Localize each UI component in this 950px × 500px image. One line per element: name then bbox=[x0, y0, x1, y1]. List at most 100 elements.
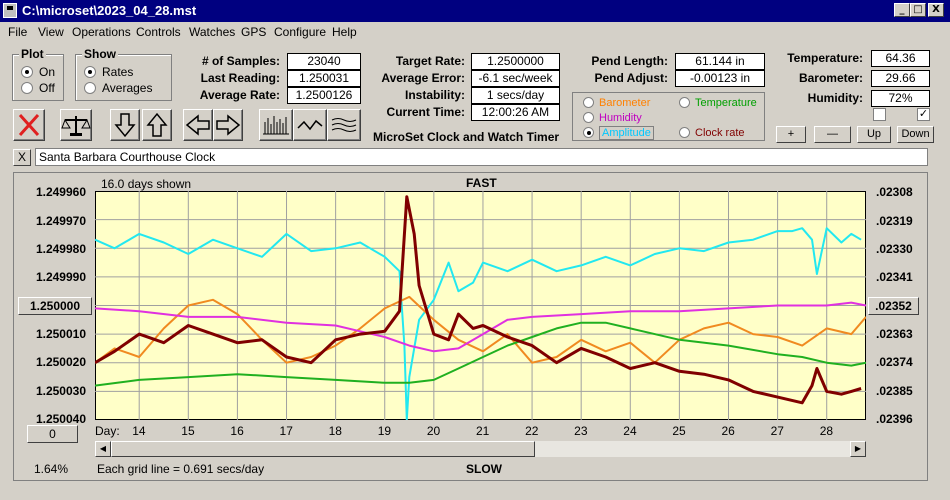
y-right-tick: .02341 bbox=[876, 270, 913, 284]
arrow-right-icon bbox=[216, 114, 241, 136]
app-icon[interactable] bbox=[3, 3, 17, 18]
legend-humidity-label: Humidity bbox=[599, 112, 642, 124]
average-error-value: -6.1 sec/week bbox=[471, 70, 560, 87]
radio-selected-icon[interactable] bbox=[583, 127, 594, 138]
multi-line-button[interactable] bbox=[327, 109, 361, 141]
arrow-up-button[interactable] bbox=[142, 109, 172, 141]
x-tick-label: 26 bbox=[721, 424, 735, 438]
scale-plus-button[interactable]: + bbox=[776, 126, 806, 143]
menu-watches[interactable]: Watches bbox=[189, 25, 235, 39]
radio-selected-icon[interactable] bbox=[21, 66, 33, 78]
scroll-right-icon[interactable]: ▶ bbox=[850, 441, 866, 457]
legend-amplitude[interactable]: Amplitude bbox=[583, 126, 654, 140]
instability-value: 1 secs/day bbox=[471, 87, 560, 104]
chart-scrollbar[interactable]: ◀ ▶ bbox=[95, 441, 866, 457]
legend-amplitude-label: Amplitude bbox=[599, 126, 654, 140]
current-time-value: 12:00:26 AM bbox=[471, 104, 560, 121]
title-bar: C:\microset\2023_04_28.mst _ □ X bbox=[0, 0, 950, 22]
y-right-tick: .02385 bbox=[876, 384, 913, 398]
bar-chart-button[interactable] bbox=[259, 109, 293, 141]
x-tick-label: 27 bbox=[770, 424, 784, 438]
legend-clock-rate[interactable]: Clock rate bbox=[679, 127, 745, 139]
menu-bar: File View Operations Controls Watches GP… bbox=[0, 22, 950, 42]
line-chart-button[interactable] bbox=[293, 109, 327, 141]
window-title: C:\microset\2023_04_28.mst bbox=[22, 3, 197, 18]
radio-icon[interactable] bbox=[679, 97, 690, 108]
name-close-button[interactable]: X bbox=[13, 149, 31, 166]
scroll-thumb[interactable] bbox=[111, 441, 535, 457]
y-right-tick: .02363 bbox=[876, 327, 913, 341]
plot-group-title: Plot bbox=[19, 47, 46, 61]
radio-icon[interactable] bbox=[583, 97, 594, 108]
maximize-button[interactable]: □ bbox=[910, 3, 926, 17]
checkbox-2[interactable]: ✓ bbox=[917, 108, 930, 121]
menu-help[interactable]: Help bbox=[332, 25, 357, 39]
menu-operations[interactable]: Operations bbox=[72, 25, 131, 39]
scroll-left-icon[interactable]: ◀ bbox=[95, 441, 111, 457]
clock-name-input[interactable]: Santa Barbara Courthouse Clock bbox=[35, 148, 928, 166]
minimize-button[interactable]: _ bbox=[894, 3, 910, 17]
scale-minus-button[interactable]: — bbox=[814, 126, 851, 143]
x-tick-label: 19 bbox=[377, 424, 392, 438]
menu-configure[interactable]: Configure bbox=[274, 25, 326, 39]
average-error-label: Average Error: bbox=[381, 71, 465, 85]
plot-on-radio[interactable]: On bbox=[21, 65, 55, 79]
plot-off-radio[interactable]: Off bbox=[21, 81, 55, 95]
menu-controls[interactable]: Controls bbox=[136, 25, 181, 39]
legend-humidity[interactable]: Humidity bbox=[583, 112, 642, 124]
scale-up-button[interactable]: Up bbox=[857, 126, 891, 143]
target-rate-value[interactable]: 1.2500000 bbox=[471, 53, 560, 70]
temperature-label: Temperature: bbox=[787, 51, 863, 65]
stop-x-icon bbox=[18, 113, 40, 137]
x-tick-label: 18 bbox=[328, 424, 342, 438]
legend-temperature[interactable]: Temperature bbox=[679, 97, 757, 109]
pend-length-value[interactable]: 61.144 in bbox=[675, 53, 765, 70]
x-tick-label: 15 bbox=[181, 424, 195, 438]
pend-adjust-value: -0.00123 in bbox=[675, 70, 765, 87]
scale-down-button[interactable]: Down bbox=[897, 126, 934, 143]
slow-label: SLOW bbox=[466, 462, 502, 476]
percent-label: 1.64% bbox=[34, 462, 69, 476]
show-averages-radio[interactable]: Averages bbox=[84, 81, 152, 95]
arrow-left-button[interactable] bbox=[183, 109, 213, 141]
zero-button[interactable]: 0 bbox=[27, 425, 78, 443]
y-left-tick-button[interactable]: 1.250000 bbox=[18, 297, 92, 315]
fast-label: FAST bbox=[466, 176, 497, 190]
temperature-value: 64.36 bbox=[871, 50, 930, 67]
radio-icon[interactable] bbox=[679, 127, 690, 138]
y-left-tick: 1.250020 bbox=[35, 355, 86, 369]
menu-view[interactable]: View bbox=[38, 25, 64, 39]
x-tick-label: 17 bbox=[279, 424, 293, 438]
arrow-right-button[interactable] bbox=[213, 109, 243, 141]
pend-adjust-label: Pend Adjust: bbox=[594, 71, 668, 85]
days-shown-label: 16.0 days shown bbox=[101, 177, 192, 191]
y-left-tick: 1.250010 bbox=[35, 327, 86, 341]
menu-gps[interactable]: GPS bbox=[241, 25, 266, 39]
barometer-label: Barometer: bbox=[798, 71, 863, 85]
samples-value: 23040 bbox=[287, 53, 361, 70]
y-left-tick: 1.249970 bbox=[35, 214, 86, 228]
line-wave-icon bbox=[297, 119, 323, 131]
multi-wave-icon bbox=[331, 118, 357, 132]
y-right-tick-button[interactable]: .02352 bbox=[868, 297, 919, 315]
radio-icon[interactable] bbox=[583, 112, 594, 123]
chart-plot-area[interactable] bbox=[95, 191, 866, 420]
arrow-down-button[interactable] bbox=[110, 109, 140, 141]
radio-icon[interactable] bbox=[21, 82, 33, 94]
close-button[interactable]: X bbox=[928, 3, 944, 17]
menu-file[interactable]: File bbox=[8, 25, 27, 39]
y-left-tick: 1.250030 bbox=[35, 384, 86, 398]
show-averages-label: Averages bbox=[102, 81, 153, 95]
show-rates-radio[interactable]: Rates bbox=[84, 65, 133, 79]
checkbox-1[interactable] bbox=[873, 108, 886, 121]
arrow-left-icon bbox=[185, 114, 210, 136]
legend-barometer[interactable]: Barometer bbox=[583, 97, 650, 109]
y-right-tick: .02396 bbox=[876, 412, 913, 426]
stop-button[interactable] bbox=[13, 109, 45, 141]
legend-clock-rate-label: Clock rate bbox=[695, 127, 745, 139]
radio-selected-icon[interactable] bbox=[84, 66, 96, 78]
radio-icon[interactable] bbox=[84, 82, 96, 94]
balance-button[interactable] bbox=[60, 109, 92, 141]
x-tick-label: 14 bbox=[132, 424, 146, 438]
target-rate-label: Target Rate: bbox=[395, 54, 465, 68]
